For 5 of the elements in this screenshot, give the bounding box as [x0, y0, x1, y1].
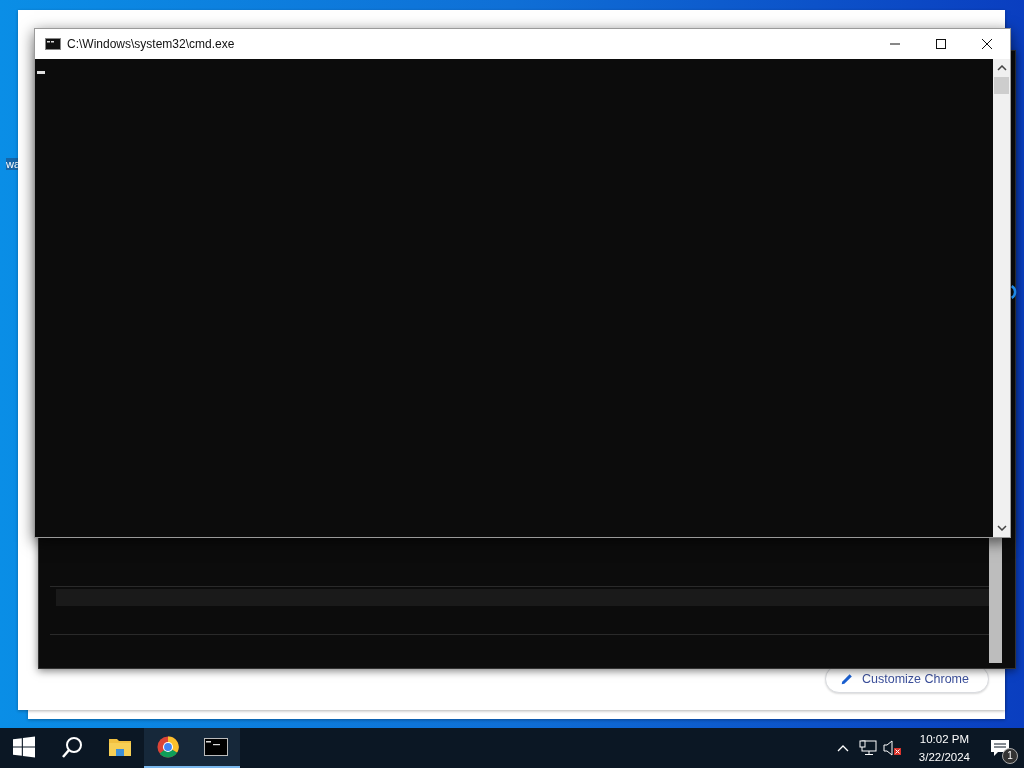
clock-date[interactable]: 3/22/2024 [918, 748, 970, 766]
notification-count: 1 [1002, 748, 1018, 764]
clock-time[interactable]: 10:02 PM [919, 730, 970, 748]
notification-button[interactable]: 1 [978, 728, 1024, 768]
window-title: C:\Windows\system32\cmd.exe [67, 37, 236, 51]
